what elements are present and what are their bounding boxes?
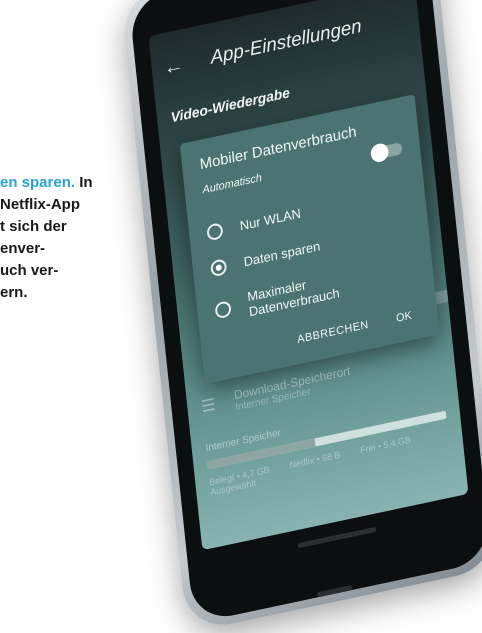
- dialog-title: Mobiler Datenverbrauch: [199, 123, 358, 174]
- option-max-data[interactable]: Maximaler Datenverbrauch: [214, 270, 340, 326]
- option-wifi-only[interactable]: Nur WLAN: [206, 204, 302, 241]
- caption-line: In: [79, 174, 93, 191]
- caption-line: uch ver-: [0, 262, 59, 279]
- storage-legend-free: Frei • 5,4 GB: [359, 434, 412, 456]
- phone-bezel: ← App-Einstellungen Video-Wiedergabe ☰ D…: [128, 0, 482, 624]
- back-arrow-icon[interactable]: ←: [163, 54, 185, 81]
- cancel-button[interactable]: ABBRECHEN: [297, 319, 370, 346]
- radio-unchecked-icon[interactable]: [214, 300, 232, 320]
- ok-button[interactable]: OK: [396, 310, 413, 325]
- option-label: Nur WLAN: [239, 205, 302, 234]
- automatic-label: Automatisch: [201, 171, 263, 197]
- storage-legend-netflix: Netflix • 68 B: [289, 449, 341, 471]
- mobile-data-dialog: Mobiler Datenverbrauch Automatisch Nur W…: [179, 94, 440, 385]
- phone-screen: ← App-Einstellungen Video-Wiedergabe ☰ D…: [148, 0, 469, 551]
- caption-line: t sich der: [0, 218, 67, 235]
- radio-unchecked-icon[interactable]: [206, 221, 224, 241]
- navigation-pill[interactable]: [297, 526, 377, 549]
- section-title: Video-Wiedergabe: [170, 84, 291, 126]
- phone: ← App-Einstellungen Video-Wiedergabe ☰ D…: [119, 0, 482, 633]
- toggle-knob: [369, 141, 390, 164]
- option-label: Daten sparen: [242, 238, 321, 270]
- automatic-toggle[interactable]: [369, 141, 403, 164]
- radio-checked-icon[interactable]: [209, 257, 228, 277]
- app-bar: ← App-Einstellungen: [150, 0, 420, 94]
- caption-line: ern.: [0, 284, 28, 301]
- caption-highlight: en sparen.: [0, 174, 76, 191]
- option-save-data[interactable]: Daten sparen: [209, 237, 321, 277]
- article-caption: en sparen. In Netflix-App t sich der env…: [0, 172, 150, 304]
- caption-line: enver-: [0, 240, 46, 257]
- caption-line: Netflix-App: [0, 196, 80, 213]
- download-list-icon: ☰: [200, 396, 217, 417]
- app-title: App-Einstellungen: [209, 15, 363, 69]
